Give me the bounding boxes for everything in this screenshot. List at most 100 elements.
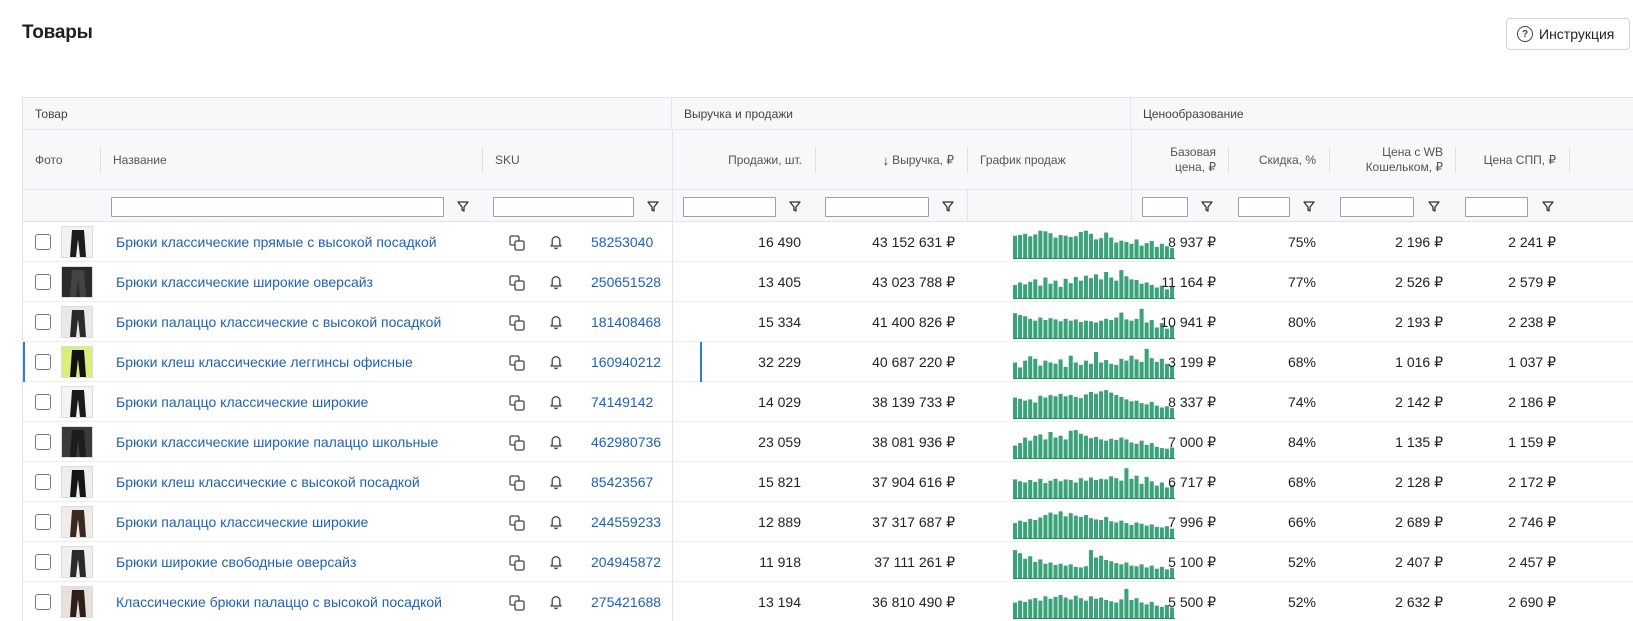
col-sales-chart[interactable]: График продаж xyxy=(968,130,1131,190)
product-thumbnail[interactable] xyxy=(61,386,93,418)
col-name[interactable]: Название xyxy=(101,130,481,190)
product-name-link[interactable]: Брюки палаццо классические широкие xyxy=(116,382,368,422)
col-wb-price[interactable]: Цена с WB Кошельком, ₽ xyxy=(1330,130,1455,190)
product-thumbnail[interactable] xyxy=(61,226,93,258)
product-name-link[interactable]: Брюки широкие свободные оверсайз xyxy=(116,542,356,582)
sku-link[interactable]: 250651528 xyxy=(591,262,661,302)
discount-filter-input[interactable] xyxy=(1238,197,1290,217)
revenue-filter-input[interactable] xyxy=(825,197,929,217)
table-row[interactable]: Брюки палаццо классические с высокой пос… xyxy=(23,302,1633,342)
product-thumbnail[interactable] xyxy=(61,266,93,298)
product-name-link[interactable]: Брюки классические прямые с высокой поса… xyxy=(116,222,437,262)
bell-icon[interactable] xyxy=(547,353,565,371)
product-name-link[interactable]: Классические брюки палаццо с высокой пос… xyxy=(116,582,442,621)
wb-price-filter-input[interactable] xyxy=(1340,197,1414,217)
product-thumbnail[interactable] xyxy=(61,586,93,618)
row-checkbox[interactable] xyxy=(35,554,51,570)
sales-filter-input[interactable] xyxy=(683,197,776,217)
col-spp-price[interactable]: Цена СПП, ₽ xyxy=(1456,130,1568,190)
sales-filter-icon[interactable] xyxy=(788,199,802,213)
product-name-link[interactable]: Брюки палаццо классические широкие xyxy=(116,502,368,542)
col-sku[interactable]: SKU xyxy=(483,130,672,190)
copy-icon[interactable] xyxy=(508,234,526,252)
product-name-link[interactable]: Брюки классические широкие оверсайз xyxy=(116,262,373,302)
table-row[interactable]: Брюки классические широкие палаццо школь… xyxy=(23,422,1633,462)
copy-icon[interactable] xyxy=(508,514,526,532)
revenue-filter-icon[interactable] xyxy=(941,199,955,213)
discount-filter-icon[interactable] xyxy=(1302,199,1316,213)
copy-icon[interactable] xyxy=(508,474,526,492)
sku-link[interactable]: 244559233 xyxy=(591,502,661,542)
sparkline-bar xyxy=(1048,362,1053,378)
col-photo[interactable]: Фото xyxy=(23,130,100,190)
sku-link[interactable]: 181408468 xyxy=(591,302,661,342)
copy-icon[interactable] xyxy=(508,354,526,372)
spp-price-filter-input[interactable] xyxy=(1465,197,1528,217)
bell-icon[interactable] xyxy=(547,313,565,331)
table-row[interactable]: Классические брюки палаццо с высокой пос… xyxy=(23,582,1633,621)
sku-link[interactable]: 275421688 xyxy=(591,582,661,621)
copy-icon[interactable] xyxy=(508,434,526,452)
row-checkbox[interactable] xyxy=(35,354,51,370)
row-checkbox[interactable] xyxy=(35,314,51,330)
product-name-link[interactable]: Брюки классические широкие палаццо школь… xyxy=(116,422,438,462)
table-row[interactable]: Брюки палаццо классические широкие 24455… xyxy=(23,502,1633,542)
sku-link[interactable]: 85423567 xyxy=(591,462,653,502)
product-thumbnail[interactable] xyxy=(61,506,93,538)
table-row[interactable]: Брюки клеш классические с высокой посадк… xyxy=(23,462,1633,502)
table-row[interactable]: Брюки классические широкие оверсайз 2506… xyxy=(23,262,1633,302)
copy-icon[interactable] xyxy=(508,394,526,412)
col-sales[interactable]: Продажи, шт. xyxy=(673,130,814,190)
row-checkbox[interactable] xyxy=(35,594,51,610)
product-name-link[interactable]: Брюки клеш классические леггинсы офисные xyxy=(116,342,413,382)
bell-icon[interactable] xyxy=(547,593,565,611)
copy-icon[interactable] xyxy=(508,594,526,612)
instruction-button[interactable]: ? Инструкция xyxy=(1506,18,1630,50)
discount-value: 52% xyxy=(1287,594,1316,610)
base-price-filter-icon[interactable] xyxy=(1200,199,1214,213)
copy-icon[interactable] xyxy=(508,274,526,292)
product-thumbnail[interactable] xyxy=(61,346,93,378)
sku-link[interactable]: 58253040 xyxy=(591,222,653,262)
bell-icon[interactable] xyxy=(547,513,565,531)
row-checkbox[interactable] xyxy=(35,234,51,250)
row-checkbox[interactable] xyxy=(35,434,51,450)
product-thumbnail[interactable] xyxy=(61,546,93,578)
col-revenue[interactable]: ↓ Выручка, ₽ xyxy=(816,130,966,190)
table-row[interactable]: Брюки палаццо классические широкие 74149… xyxy=(23,382,1633,422)
table-row[interactable]: Брюки широкие свободные оверсайз 2049458… xyxy=(23,542,1633,582)
row-checkbox[interactable] xyxy=(35,514,51,530)
bell-icon[interactable] xyxy=(547,273,565,291)
row-checkbox[interactable] xyxy=(35,394,51,410)
row-checkbox[interactable] xyxy=(35,274,51,290)
product-thumbnail[interactable] xyxy=(61,306,93,338)
sku-filter-input[interactable] xyxy=(493,197,634,217)
name-filter-icon[interactable] xyxy=(456,199,470,213)
bell-icon[interactable] xyxy=(547,433,565,451)
sku-link[interactable]: 462980736 xyxy=(591,422,661,462)
sparkline-bar xyxy=(1078,567,1083,578)
copy-icon[interactable] xyxy=(508,314,526,332)
base-price-filter-input[interactable] xyxy=(1142,197,1188,217)
name-filter-input[interactable] xyxy=(111,197,444,217)
product-name-link[interactable]: Брюки палаццо классические с высокой пос… xyxy=(116,302,441,342)
sku-filter-icon[interactable] xyxy=(646,199,660,213)
col-base-price[interactable]: Базовая цена, ₽ xyxy=(1132,130,1228,190)
product-thumbnail[interactable] xyxy=(61,426,93,458)
table-row[interactable]: Брюки клеш классические леггинсы офисные… xyxy=(23,342,1633,382)
sku-link[interactable]: 160940212 xyxy=(591,342,661,382)
wb-price-filter-icon[interactable] xyxy=(1427,199,1441,213)
bell-icon[interactable] xyxy=(547,473,565,491)
product-thumbnail[interactable] xyxy=(61,466,93,498)
bell-icon[interactable] xyxy=(547,553,565,571)
bell-icon[interactable] xyxy=(547,233,565,251)
copy-icon[interactable] xyxy=(508,554,526,572)
table-row[interactable]: Брюки классические прямые с высокой поса… xyxy=(23,222,1633,262)
sku-link[interactable]: 74149142 xyxy=(591,382,653,422)
spp-price-filter-icon[interactable] xyxy=(1541,199,1555,213)
row-checkbox[interactable] xyxy=(35,474,51,490)
product-name-link[interactable]: Брюки клеш классические с высокой посадк… xyxy=(116,462,420,502)
col-discount[interactable]: Скидка, % xyxy=(1229,130,1328,190)
sku-link[interactable]: 204945872 xyxy=(591,542,661,582)
bell-icon[interactable] xyxy=(547,393,565,411)
